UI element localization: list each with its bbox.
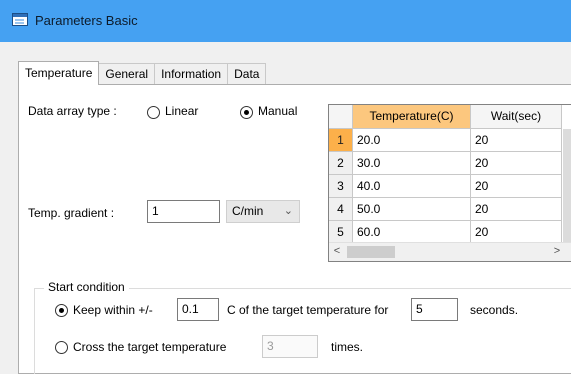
cross-target-label[interactable]: Cross the target temperature xyxy=(73,340,226,354)
table-cell-temperature[interactable]: 50.0 xyxy=(353,198,471,221)
table-corner xyxy=(329,105,353,129)
tab-data[interactable]: Data xyxy=(227,63,267,84)
manual-radio[interactable] xyxy=(240,106,253,119)
tab-temperature[interactable]: Temperature xyxy=(18,61,100,85)
table-cell-temperature[interactable]: 20.0 xyxy=(353,129,471,152)
table-cell-temperature[interactable]: 40.0 xyxy=(353,175,471,198)
start-condition-title: Start condition xyxy=(44,280,129,294)
row-header[interactable]: 1 xyxy=(329,129,353,152)
title-bar[interactable]: Parameters Basic xyxy=(0,0,571,42)
chevron-down-icon: ⌄ xyxy=(283,205,293,217)
table-cell-wait[interactable]: 20 xyxy=(471,129,562,152)
linear-radio[interactable] xyxy=(147,106,160,119)
scroll-right-icon[interactable]: > xyxy=(549,243,565,260)
tolerance-input[interactable]: 0.1 xyxy=(177,298,219,321)
table-cell-wait[interactable]: 20 xyxy=(471,221,562,244)
keep-within-radio[interactable] xyxy=(55,304,68,317)
table-cell-wait[interactable]: 20 xyxy=(471,152,562,175)
table-cell-wait[interactable]: 20 xyxy=(471,175,562,198)
scroll-left-icon[interactable]: < xyxy=(329,243,345,260)
cross-target-radio[interactable] xyxy=(55,341,68,354)
temp-gradient-input[interactable]: 1 xyxy=(147,200,220,223)
horizontal-scrollbar[interactable]: < > xyxy=(329,242,571,261)
tab-general[interactable]: General xyxy=(98,63,156,84)
table-cell-temperature[interactable]: 60.0 xyxy=(353,221,471,244)
temperature-table[interactable]: Temperature(C) Wait(sec) 1 20.0 20 2 30.… xyxy=(328,104,571,262)
row-header[interactable]: 3 xyxy=(329,175,353,198)
window-title: Parameters Basic xyxy=(35,13,138,28)
cross-count-input[interactable]: 3 xyxy=(262,335,318,358)
keep-within-label[interactable]: Keep within +/- xyxy=(73,303,153,317)
target-temperature-text: C of the target temperature for xyxy=(227,303,389,317)
manual-radio-label[interactable]: Manual xyxy=(258,104,297,118)
row-header[interactable]: 2 xyxy=(329,152,353,175)
table-cell-temperature[interactable]: 30.0 xyxy=(353,152,471,175)
column-header-wait[interactable]: Wait(sec) xyxy=(471,105,562,129)
temp-gradient-label: Temp. gradient : xyxy=(28,206,115,220)
row-header[interactable]: 5 xyxy=(329,221,353,244)
window-icon xyxy=(12,13,28,26)
hold-seconds-input[interactable]: 5 xyxy=(411,298,458,321)
gradient-unit-value: C/min xyxy=(232,204,264,218)
vertical-scrollbar[interactable] xyxy=(563,129,571,245)
row-header[interactable]: 4 xyxy=(329,198,353,221)
data-array-type-label: Data array type : xyxy=(28,104,117,118)
times-label: times. xyxy=(331,340,364,354)
linear-radio-label[interactable]: Linear xyxy=(165,104,198,118)
column-header-temperature[interactable]: Temperature(C) xyxy=(353,105,471,129)
gradient-unit-select[interactable]: C/min ⌄ xyxy=(226,200,300,223)
tab-information[interactable]: Information xyxy=(154,63,229,84)
seconds-label: seconds. xyxy=(470,303,519,317)
scroll-thumb[interactable] xyxy=(347,246,395,258)
tab-strip: Temperature General Information Data xyxy=(18,61,267,85)
table-cell-wait[interactable]: 20 xyxy=(471,198,562,221)
start-condition-group xyxy=(34,288,571,374)
